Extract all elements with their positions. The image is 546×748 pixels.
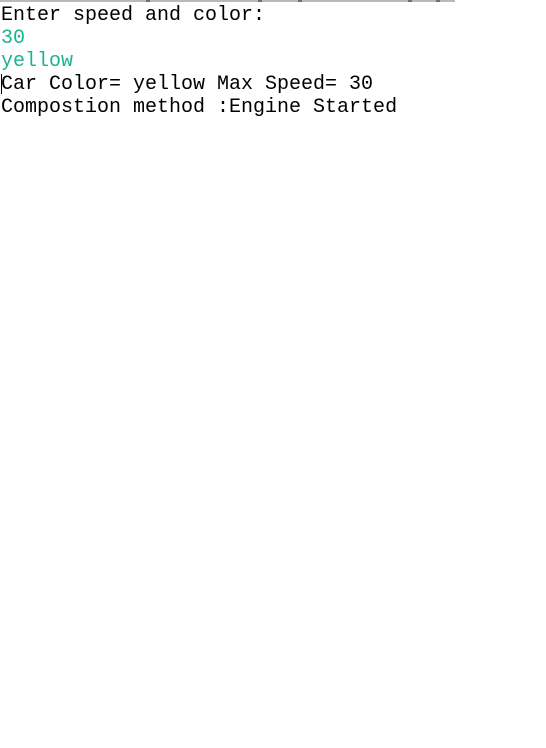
- console-output-car-info: Car Color= yellow Max Speed= 30: [1, 73, 374, 96]
- border-notch: [436, 0, 440, 2]
- border-notch: [258, 0, 262, 2]
- border-notch: [298, 0, 302, 2]
- border-notch: [408, 0, 412, 2]
- console-top-border: [0, 0, 455, 2]
- console-output-area[interactable]: Enter speed and color: 30 yellow Car Col…: [0, 0, 546, 748]
- border-notch: [146, 0, 150, 2]
- console-input-color: yellow: [1, 50, 74, 73]
- console-output-engine-status: Compostion method :Engine Started: [1, 96, 398, 119]
- console-input-speed: 30: [1, 27, 26, 50]
- console-prompt-line: Enter speed and color:: [1, 4, 266, 27]
- text-cursor: [1, 74, 2, 94]
